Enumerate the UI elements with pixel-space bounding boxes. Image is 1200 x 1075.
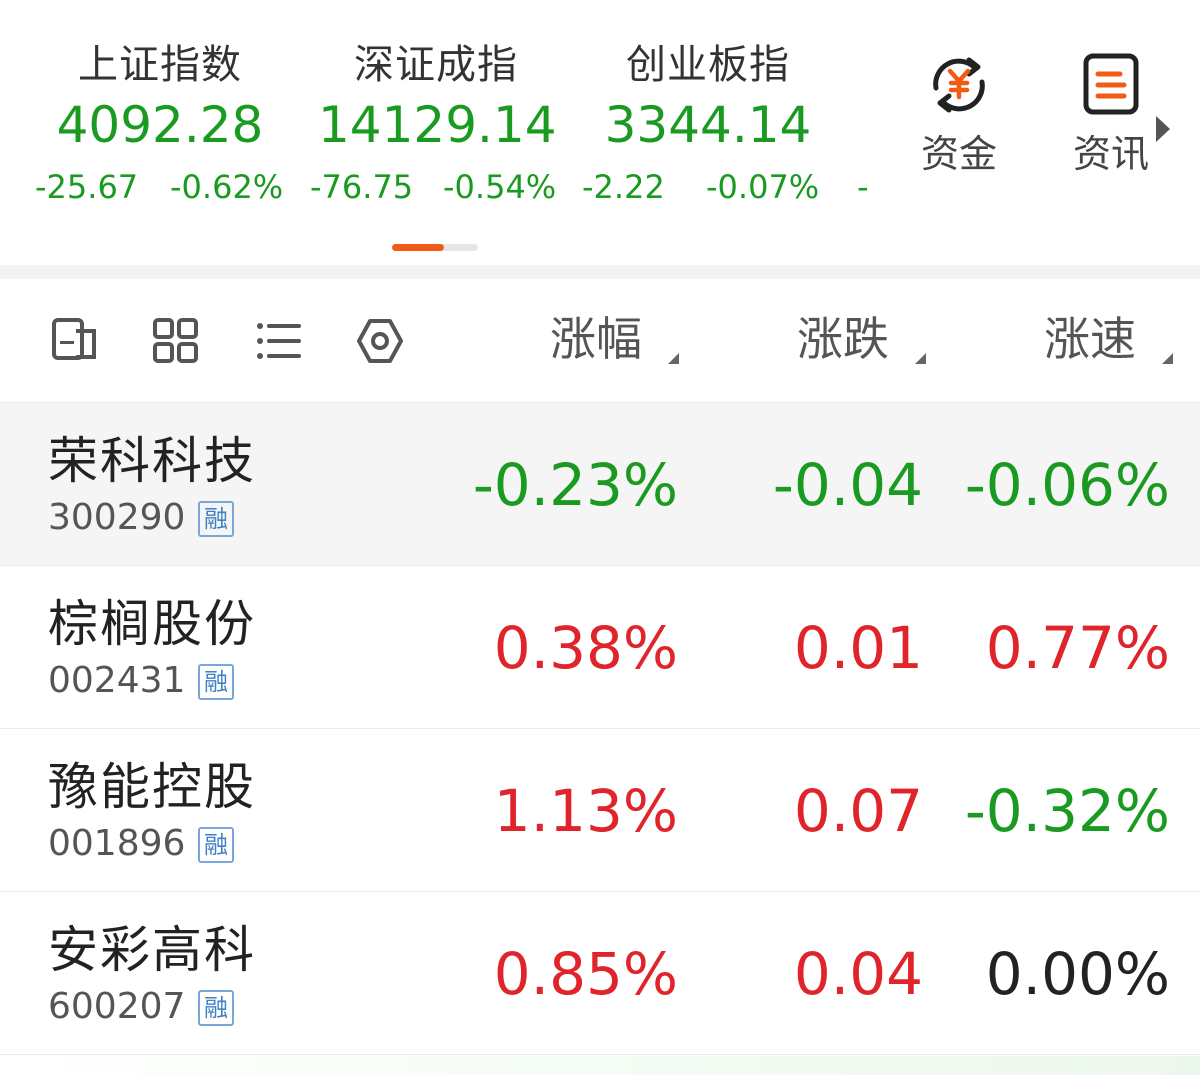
yuan-flow-icon	[904, 50, 1014, 130]
index-change: -2.22	[582, 168, 665, 206]
stock-code: 600207	[48, 986, 186, 1027]
index-value: 3344.14	[604, 96, 812, 154]
stock-name: 安彩高科	[48, 921, 256, 979]
table-row[interactable]: 荣科科技 300290 融 -0.23% -0.04 -0.06%	[0, 403, 1200, 566]
watchlist-edit-icon[interactable]	[50, 317, 98, 365]
index-name: 深证成指	[354, 42, 518, 88]
price-change-value: 0.04	[793, 940, 923, 1008]
stock-name: 豫能控股	[48, 758, 256, 816]
page-indicator	[392, 244, 478, 251]
sort-icon	[1162, 353, 1173, 364]
margin-tag-badge: 融	[198, 501, 234, 537]
sort-icon	[915, 353, 926, 364]
index-card-shenzhen[interactable]: 深证成指 14129.14	[318, 40, 557, 158]
speed-value: -0.06%	[964, 451, 1170, 519]
index-name: 创业板指	[626, 42, 790, 88]
stock-code: 002431	[48, 660, 186, 701]
sort-icon	[668, 353, 679, 364]
price-change-value: 0.01	[793, 614, 923, 682]
pct-change-value: 1.13%	[493, 777, 678, 845]
index-change: -76.75	[310, 168, 414, 206]
table-header: 涨幅 涨跌 涨速	[0, 279, 1200, 403]
index-value: 14129.14	[318, 96, 557, 154]
table-row[interactable]: 棕榈股份 002431 融 0.38% 0.01 0.77%	[0, 566, 1200, 729]
quick-link-label: 资讯	[1072, 132, 1149, 176]
pct-change-value: 0.38%	[493, 614, 678, 682]
news-doc-icon	[1056, 50, 1166, 130]
speed-value: 0.00%	[985, 940, 1170, 1008]
settings-hex-icon[interactable]	[356, 317, 404, 365]
pct-change-value: -0.23%	[472, 451, 678, 519]
column-header-pct-change[interactable]: 涨幅	[550, 307, 642, 371]
margin-tag-badge: 融	[198, 827, 234, 863]
pct-change-value: 0.85%	[493, 940, 678, 1008]
index-change-pct: -0.54%	[443, 168, 557, 206]
page-indicator-active	[392, 244, 444, 251]
column-header-speed[interactable]: 涨速	[1044, 307, 1136, 371]
grid-view-icon[interactable]	[152, 317, 200, 365]
margin-tag-badge: 融	[198, 664, 234, 700]
price-change-value: -0.04	[772, 451, 923, 519]
index-change-pct: -0.07%	[706, 168, 820, 206]
next-row-peek	[0, 1056, 1200, 1075]
next-index-change: -	[857, 168, 869, 206]
stock-name: 荣科科技	[48, 432, 256, 490]
stock-code: 001896	[48, 823, 186, 864]
table-row[interactable]: 豫能控股 001896 融 1.13% 0.07 -0.32%	[0, 729, 1200, 892]
index-card-shanghai[interactable]: 上证指数 4092.28	[55, 40, 265, 158]
index-strip: 上证指数 4092.28 -25.67 -0.62% 深证成指 14129.14…	[0, 0, 1200, 265]
stock-name: 棕榈股份	[48, 595, 256, 653]
index-name: 上证指数	[78, 42, 242, 88]
margin-tag-badge: 融	[198, 990, 234, 1026]
index-card-chinext[interactable]: 创业板指 3344.14	[600, 40, 816, 158]
stock-code: 300290	[48, 497, 186, 538]
capital-flow-button[interactable]: 资金	[904, 50, 1014, 178]
index-change: -25.67	[35, 168, 139, 206]
news-button[interactable]: 资讯	[1056, 50, 1166, 178]
index-value: 4092.28	[56, 96, 264, 154]
speed-value: 0.77%	[985, 614, 1170, 682]
price-change-value: 0.07	[793, 777, 923, 845]
list-view-icon[interactable]	[254, 317, 302, 365]
speed-value: -0.32%	[964, 777, 1170, 845]
table-row[interactable]: 安彩高科 600207 融 0.85% 0.04 0.00%	[0, 892, 1200, 1055]
scroll-right-icon[interactable]	[1156, 116, 1170, 142]
quick-link-label: 资金	[920, 132, 997, 176]
section-divider	[0, 265, 1200, 279]
index-change-pct: -0.62%	[170, 168, 284, 206]
column-header-price-change[interactable]: 涨跌	[797, 307, 889, 371]
